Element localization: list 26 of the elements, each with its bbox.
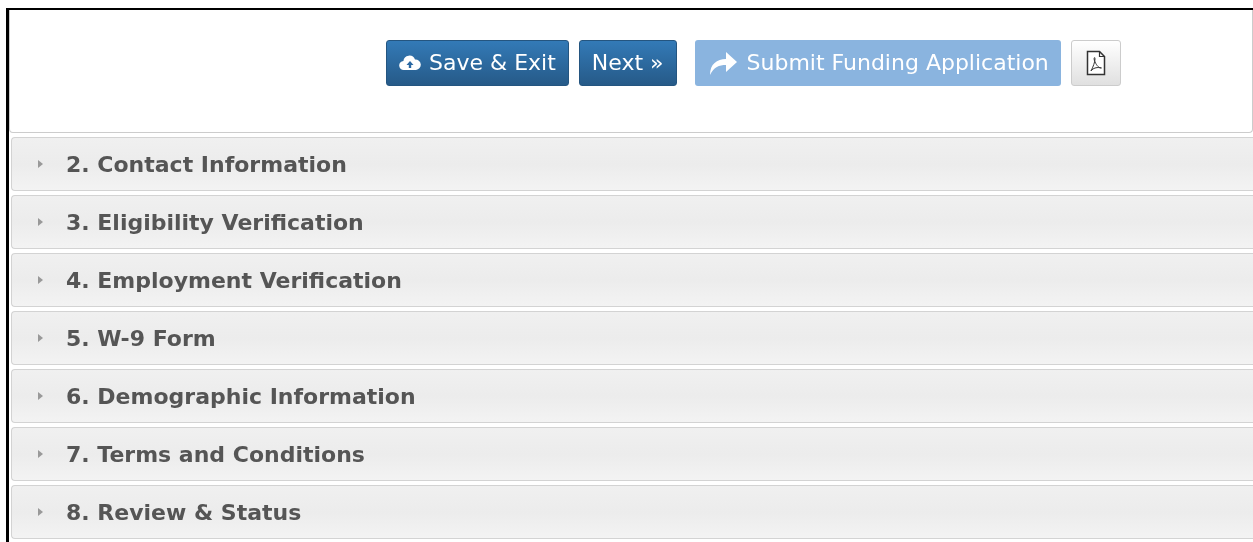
accordion-header[interactable]: 2. Contact Information [11,137,1253,191]
section-title: 4. Employment Verification [66,266,402,295]
section-title: 2. Contact Information [66,150,347,179]
cloud-upload-icon [399,55,421,71]
accordion-header[interactable]: 7. Terms and Conditions [11,427,1253,481]
section-title: 3. Eligibility Verification [66,208,364,237]
caret-right-icon [36,217,44,227]
caret-right-icon [36,275,44,285]
section-title: 8. Review & Status [66,498,302,527]
accordion-header[interactable]: 6. Demographic Information [11,369,1253,423]
section-title: 6. Demographic Information [66,382,416,411]
section-title: 7. Terms and Conditions [66,440,365,469]
next-button[interactable]: Next » [578,40,677,86]
caret-right-icon [36,159,44,169]
caret-right-icon [36,449,44,459]
accordion-header[interactable]: 8. Review & Status [11,485,1253,539]
caret-right-icon [36,391,44,401]
section-title: 5. W-9 Form [66,324,216,353]
caret-right-icon [36,333,44,343]
save-exit-button[interactable]: Save & Exit [386,40,569,86]
accordion-header[interactable]: 4. Employment Verification [11,253,1253,307]
pdf-file-icon [1085,50,1106,76]
pdf-button[interactable] [1070,40,1121,86]
caret-right-icon [36,507,44,517]
accordion-header[interactable]: 5. W-9 Form [11,311,1253,365]
accordion-header[interactable]: 3. Eligibility Verification [11,195,1253,249]
